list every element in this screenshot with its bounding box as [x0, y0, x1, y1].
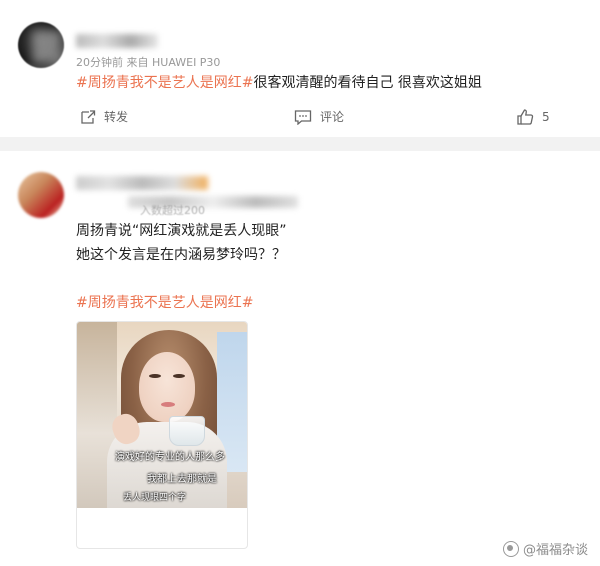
- hashtag-link[interactable]: #周扬青我不是艺人是网红#: [76, 75, 253, 91]
- comment-button[interactable]: 评论: [294, 108, 344, 125]
- post-card-1: 20分钟前 来自 HUAWEI P30 #周扬青我不是艺人是网红#很客观清醒的看…: [0, 0, 600, 137]
- comment-icon: [294, 109, 312, 125]
- forward-icon: [80, 109, 96, 125]
- comment-label: 评论: [320, 110, 345, 124]
- like-count: 5: [542, 110, 550, 124]
- watermark-text: @福福杂谈: [522, 543, 588, 558]
- post-meta: 入数超过200: [140, 204, 205, 217]
- post-image-card[interactable]: 演戏好的专业的人那么多 我都上去那就是 丢人现眼四个字: [76, 321, 248, 549]
- post-hashtag: #周扬青我不是艺人是网红#: [76, 292, 253, 314]
- video-subtitle: 演戏好的专业的人那么多: [115, 452, 225, 463]
- video-subtitle: 我都上去那就是: [147, 474, 217, 485]
- video-subtitle: 丢人现眼四个字: [123, 493, 187, 503]
- post-divider: [0, 137, 600, 151]
- hashtag-link[interactable]: #周扬青我不是艺人是网红#: [76, 295, 253, 311]
- post-body: 很客观清醒的看待自己 很喜欢这姐姐: [253, 75, 482, 91]
- post-meta: 20分钟前 来自 HUAWEI P30: [76, 56, 221, 69]
- post-text-line: 她这个发言是在内涵易梦玲吗？？: [76, 247, 286, 263]
- watermark: @福福杂谈: [502, 539, 588, 558]
- username-blurred[interactable]: [76, 176, 208, 190]
- post-text: #周扬青我不是艺人是网红#很客观清醒的看待自己 很喜欢这姐姐: [76, 72, 482, 94]
- action-bar: 转发 评论 5: [0, 108, 600, 128]
- post-photo[interactable]: 演戏好的专业的人那么多 我都上去那就是 丢人现眼四个字: [77, 322, 247, 508]
- username-blurred[interactable]: [76, 34, 158, 48]
- forward-button[interactable]: 转发: [80, 108, 128, 125]
- avatar[interactable]: [18, 22, 64, 68]
- avatar[interactable]: [18, 172, 64, 218]
- watermark-logo-icon: [502, 540, 519, 557]
- post-text-line: 周扬青说“网红演戏就是丢人现眼”: [76, 223, 287, 239]
- thumbs-up-icon: [516, 108, 534, 126]
- forward-label: 转发: [104, 110, 129, 124]
- like-button[interactable]: 5: [516, 108, 550, 126]
